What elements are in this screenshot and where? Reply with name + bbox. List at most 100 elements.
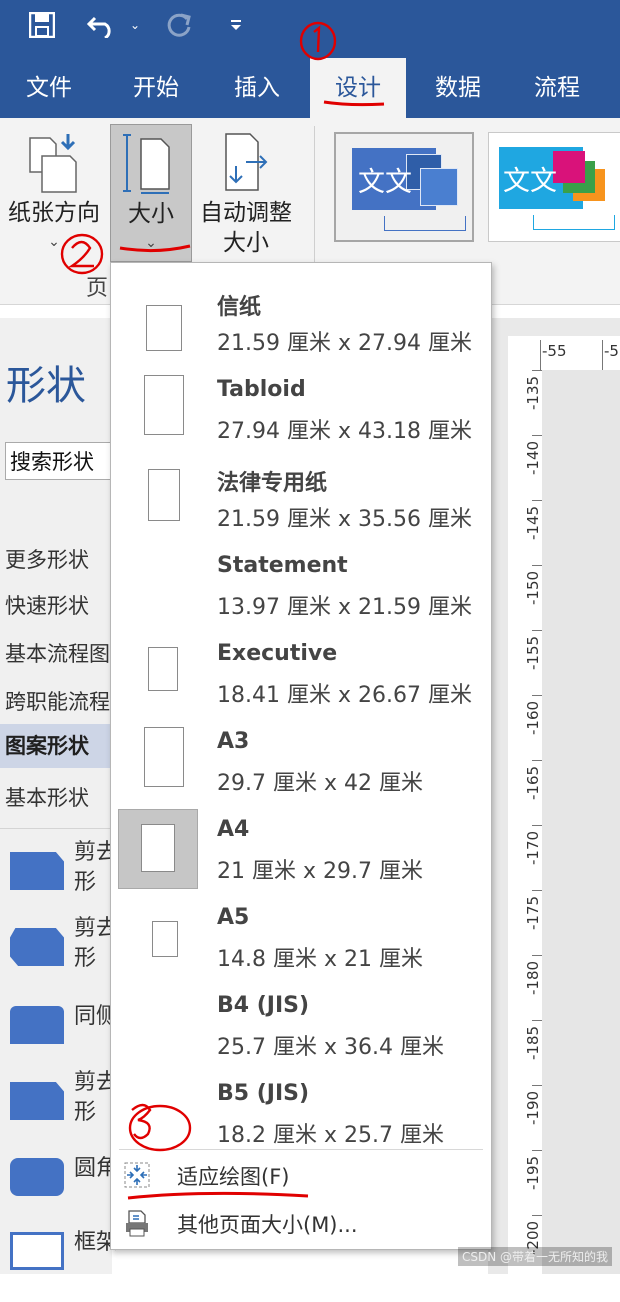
stencil-cross-functional[interactable]: 跨职能流程	[5, 686, 110, 716]
ruler-tick: -135	[508, 370, 542, 412]
page-thumbnail	[118, 545, 198, 625]
size-option-name: Statement	[217, 553, 348, 578]
size-option[interactable]: 信纸 21.59 厘米 x 27.94 厘米	[111, 281, 491, 369]
canvas-page-area[interactable]	[542, 370, 620, 1274]
theme-sample-text: 文文	[503, 166, 557, 197]
fit-to-drawing-label: 适应绘图(F)	[177, 1165, 290, 1189]
more-page-sizes-command[interactable]: 其他页面大小(M)...	[111, 1201, 491, 1245]
size-option[interactable]: B5 (JIS) 18.2 厘米 x 25.7 厘米	[111, 1073, 491, 1161]
page-thumbnail	[118, 721, 198, 801]
ruler-tick: -180	[508, 955, 542, 997]
size-option[interactable]: A5 14.8 厘米 x 21 厘米	[111, 897, 491, 985]
page-icon	[144, 727, 184, 787]
ruler-tick: -165	[508, 760, 542, 802]
page-setup-icon	[126, 1210, 148, 1237]
orientation-icon	[29, 134, 77, 193]
size-option[interactable]: A3 29.7 厘米 x 42 厘米	[111, 721, 491, 809]
tab-design[interactable]: 设计	[310, 58, 406, 118]
size-option-dimensions: 14.8 厘米 x 21 厘米	[217, 947, 423, 972]
size-option[interactable]: Executive 18.41 厘米 x 26.67 厘米	[111, 633, 491, 721]
size-option-dimensions: 21.59 厘米 x 35.56 厘米	[217, 507, 472, 532]
ruler-tick: -195	[508, 1150, 542, 1192]
autosize-label-line1: 自动调整	[200, 200, 292, 226]
size-option[interactable]: A4 21 厘米 x 29.7 厘米	[111, 809, 491, 897]
size-option-name: Tabloid	[217, 377, 306, 402]
tab-home[interactable]: 开始	[110, 58, 202, 118]
chevron-down-icon: ⌄	[48, 234, 60, 250]
size-option-dimensions: 25.7 厘米 x 36.4 厘米	[217, 1035, 444, 1060]
tab-process[interactable]: 流程	[512, 58, 602, 118]
stencil-more-shapes[interactable]: 更多形状	[5, 544, 89, 574]
stencil-pattern-shapes[interactable]: 图案形状	[0, 724, 110, 768]
shape-item[interactable]: 同侧	[10, 1004, 118, 1076]
tab-data[interactable]: 数据	[414, 58, 502, 118]
tab-insert[interactable]: 插入	[212, 58, 302, 118]
page-icon	[146, 305, 182, 351]
theme-connector	[384, 216, 466, 231]
ribbon-tab-bar: 文件 开始 插入 设计 数据 流程	[0, 58, 620, 118]
page-icon	[141, 824, 175, 872]
shape-item[interactable]: 剪去形	[10, 1070, 118, 1152]
shapes-title: 形状	[6, 363, 86, 409]
stencil-quick-shapes[interactable]: 快速形状	[5, 590, 89, 620]
shape-item[interactable]: 剪去形	[10, 840, 118, 922]
theme-connector	[533, 215, 615, 230]
ruler-tick: -140	[508, 435, 542, 477]
theme-option-2[interactable]: 文文	[488, 132, 620, 242]
ruler-tick: -175	[508, 890, 542, 932]
size-option-dimensions: 18.2 厘米 x 25.7 厘米	[217, 1123, 444, 1148]
size-option[interactable]: Statement 13.97 厘米 x 21.59 厘米	[111, 545, 491, 633]
ruler-tick: -5	[604, 342, 619, 360]
watermark: CSDN @带着一无所知的我	[457, 1247, 612, 1266]
ruler-tick-mark	[540, 340, 541, 370]
page-thumbnail	[118, 897, 198, 977]
size-dropdown-menu: 信纸 21.59 厘米 x 27.94 厘米 Tabloid 27.94 厘米 x 4…	[110, 262, 492, 1250]
size-label: 大小	[128, 201, 174, 227]
panel-divider	[0, 828, 112, 829]
chevron-down-icon: ⌄	[145, 235, 157, 251]
size-button[interactable]: 大小 ⌄	[110, 124, 192, 262]
size-option[interactable]: B4 (JIS) 25.7 厘米 x 36.4 厘米	[111, 985, 491, 1073]
shape-thumbnail	[10, 1006, 64, 1044]
shape-item[interactable]: 框架	[10, 1230, 118, 1302]
size-option-name: 信纸	[217, 295, 262, 320]
customize-icon[interactable]	[226, 10, 246, 40]
ruler-tick: -185	[508, 1020, 542, 1062]
size-option-name: A3	[217, 729, 250, 754]
size-option-name: B4 (JIS)	[217, 993, 310, 1018]
page-icon	[148, 469, 180, 521]
page-thumbnail	[118, 985, 198, 1065]
shape-thumbnail	[10, 1082, 64, 1120]
orientation-button[interactable]: 纸张方向 ⌄	[0, 118, 108, 288]
page-icon	[152, 921, 178, 957]
page-thumbnail	[118, 809, 198, 889]
shape-thumbnail	[10, 928, 64, 966]
size-option-name: 法律专用纸	[217, 471, 328, 496]
theme-option-1[interactable]: 文文	[334, 132, 474, 242]
autosize-label-line2: 大小	[223, 230, 269, 256]
menu-separator	[119, 1149, 483, 1150]
page-setup-group-label: 页	[86, 276, 109, 301]
ruler-tick: -190	[508, 1085, 542, 1127]
save-icon[interactable]	[26, 10, 58, 40]
ribbon-separator	[314, 126, 315, 276]
size-option-dimensions: 18.41 厘米 x 26.67 厘米	[217, 683, 472, 708]
size-option[interactable]: Tabloid 27.94 厘米 x 43.18 厘米	[111, 369, 491, 457]
page-thumbnail	[118, 633, 198, 713]
size-option-dimensions: 27.94 厘米 x 43.18 厘米	[217, 419, 472, 444]
shape-item[interactable]: 剪去形	[10, 916, 118, 998]
ruler-tick: -170	[508, 825, 542, 867]
shape-item[interactable]: 圆角	[10, 1156, 118, 1228]
stencil-basic-shapes[interactable]: 基本形状	[5, 782, 89, 812]
fit-to-drawing-command[interactable]: 适应绘图(F)	[111, 1153, 491, 1197]
size-option-dimensions: 13.97 厘米 x 21.59 厘米	[217, 595, 472, 620]
tab-file[interactable]: 文件	[4, 58, 94, 118]
redo-icon[interactable]	[162, 10, 196, 40]
stencil-basic-flowchart[interactable]: 基本流程图	[5, 638, 110, 668]
size-option[interactable]: 法律专用纸 21.59 厘米 x 35.56 厘米	[111, 457, 491, 545]
ruler-tick: -150	[508, 565, 542, 607]
chevron-down-icon[interactable]: ⌄	[126, 10, 144, 40]
size-option-name: A4	[217, 817, 250, 842]
undo-icon[interactable]	[84, 10, 120, 40]
ruler-tick: -145	[508, 500, 542, 542]
